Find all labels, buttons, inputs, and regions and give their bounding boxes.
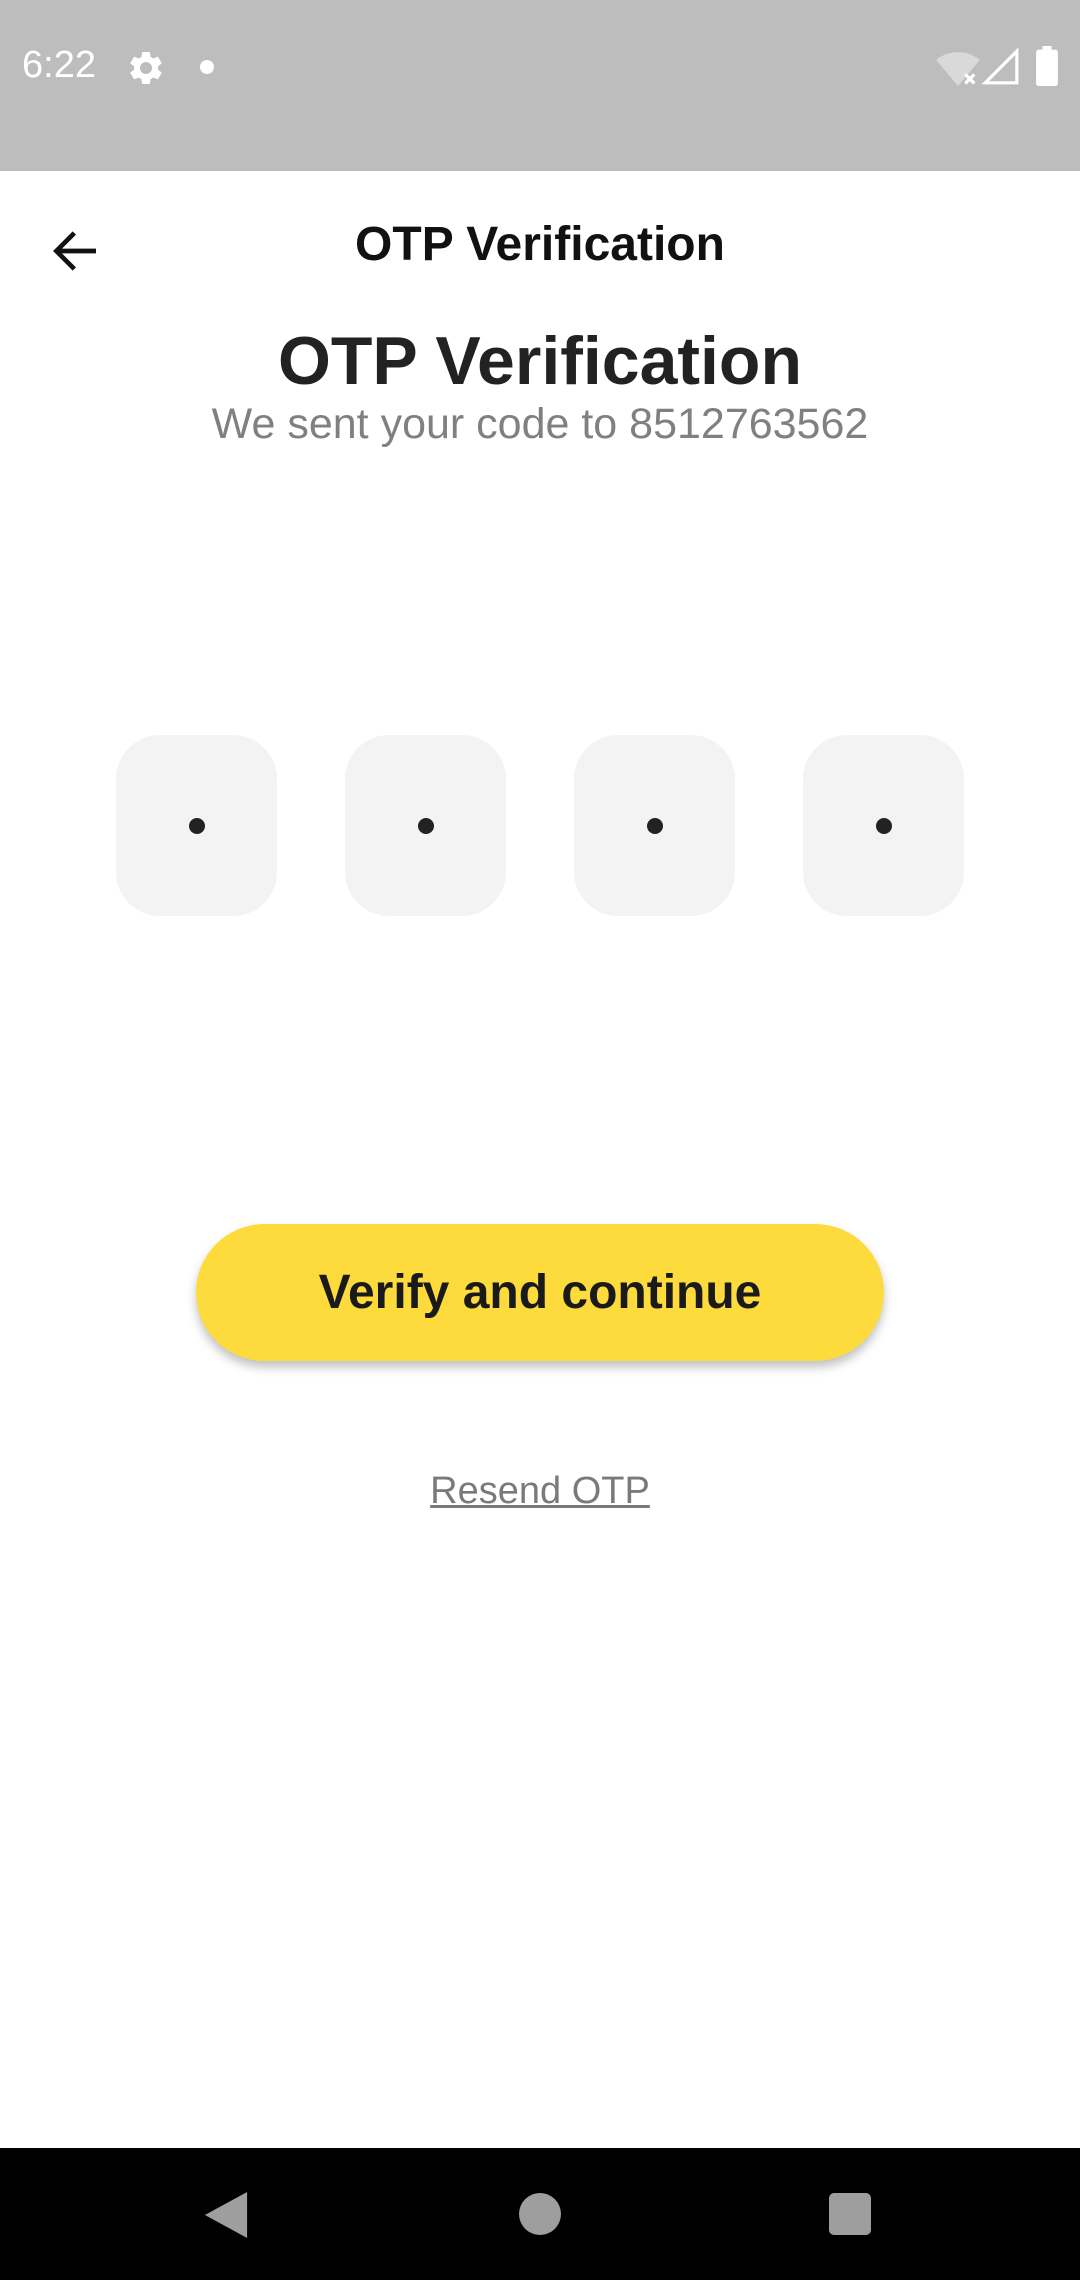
otp-sent-message: We sent your code to 8512763562 [211,400,869,448]
page-title: OTP Verification [277,323,802,399]
verify-and-continue-button[interactable]: Verify and continue [196,1224,884,1361]
wifi-off-icon [936,52,980,87]
otp-mask-dot [646,817,663,834]
app-bar: OTP Verification [0,171,1080,327]
otp-input-group [116,735,964,916]
signal-icon [982,48,1019,85]
otp-digit-2[interactable] [345,735,506,916]
otp-mask-dot [417,817,434,834]
otp-verification-screen: 6:22 OTP Verification OTP Verification W… [0,0,1080,2280]
nav-back-icon[interactable] [204,2192,248,2238]
otp-digit-3[interactable] [574,735,735,916]
resend-otp-link[interactable]: Resend OTP [0,1470,1080,1513]
otp-mask-dot [875,817,892,834]
system-nav-bar [0,2148,1080,2280]
otp-mask-dot [188,817,205,834]
otp-digit-4[interactable] [803,735,964,916]
status-bar: 6:22 [0,0,1080,171]
status-time: 6:22 [22,44,96,86]
gear-icon [130,51,162,84]
battery-icon [1036,46,1058,86]
app-bar-title: OTP Verification [355,218,725,271]
nav-home-icon[interactable] [519,2193,561,2235]
nav-recents-icon[interactable] [829,2193,871,2235]
notification-dot-icon [200,60,214,74]
otp-digit-1[interactable] [116,735,277,916]
